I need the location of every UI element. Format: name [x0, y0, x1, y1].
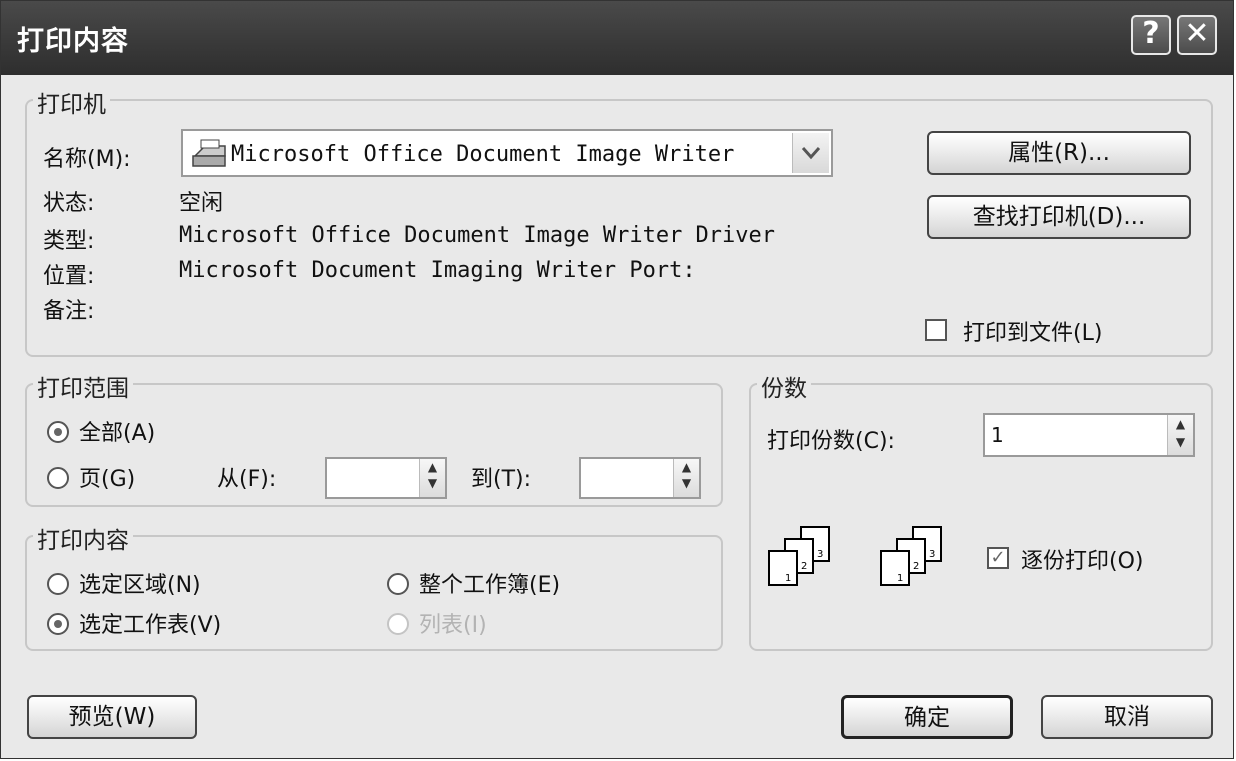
copies-count-label: 打印份数(C): [767, 429, 895, 454]
print-dialog: 打印内容 ? ✕ 打印机 名称(M): Microsoft Office Doc… [0, 0, 1234, 759]
collate-pages-icon-2: 3 2 1 [880, 526, 942, 586]
printer-name-select[interactable]: Microsoft Office Document Image Writer [181, 129, 833, 177]
cancel-button[interactable]: 取消 [1041, 695, 1213, 739]
ok-button[interactable]: 确定 [841, 695, 1013, 739]
print-range-group-label: 打印范围 [33, 369, 133, 403]
chevron-down-icon[interactable] [792, 133, 829, 173]
range-to-label: 到(T): [471, 467, 532, 492]
svg-text:2: 2 [913, 561, 919, 572]
status-value: 空闲 [179, 191, 224, 216]
title-bar: 打印内容 ? ✕ [1, 1, 1233, 75]
range-from-input[interactable]: ▲ ▼ [325, 457, 447, 499]
range-from-label: 从(F): [217, 467, 277, 492]
copies-count-input[interactable]: 1 ▲ ▼ [983, 413, 1195, 457]
svg-text:1: 1 [897, 573, 903, 584]
content-sheet-radio[interactable] [47, 613, 69, 635]
collate-label: 逐份打印(O) [1021, 549, 1144, 574]
location-label: 位置: [43, 264, 95, 289]
collate-pages-icon: 3 2 1 [768, 526, 830, 586]
help-button[interactable]: ? [1131, 15, 1171, 55]
svg-text:2: 2 [801, 561, 807, 572]
copies-count-spinner[interactable]: ▲ ▼ [1167, 415, 1193, 455]
location-value: Microsoft Document Imaging Writer Port: [179, 258, 696, 283]
range-all-label: 全部(A) [79, 421, 156, 446]
print-to-file-checkbox[interactable] [925, 319, 947, 341]
content-sheet-label: 选定工作表(V) [79, 613, 222, 638]
copies-group-label: 份数 [757, 369, 811, 403]
svg-text:3: 3 [929, 549, 935, 560]
printer-group-label: 打印机 [33, 85, 110, 119]
content-selection-label: 选定区域(N) [79, 573, 201, 598]
collate-checkbox[interactable]: ✓ [987, 547, 1009, 569]
range-pages-label: 页(G) [79, 467, 136, 492]
close-button[interactable]: ✕ [1177, 15, 1217, 55]
content-list-radio [387, 613, 409, 635]
svg-text:3: 3 [817, 549, 823, 560]
type-label: 类型: [43, 229, 95, 254]
comment-label: 备注: [43, 299, 95, 324]
print-content-group-label: 打印内容 [33, 521, 133, 555]
type-value: Microsoft Office Document Image Writer D… [179, 223, 776, 248]
content-workbook-radio[interactable] [387, 573, 409, 595]
status-label: 状态: [43, 191, 95, 216]
range-to-input[interactable]: ▲ ▼ [579, 457, 701, 499]
preview-button[interactable]: 预览(W) [27, 695, 197, 739]
content-selection-radio[interactable] [47, 573, 69, 595]
content-workbook-label: 整个工作簿(E) [419, 573, 561, 598]
range-from-spinner[interactable]: ▲ ▼ [419, 459, 445, 497]
svg-text:1: 1 [785, 573, 791, 584]
find-printer-button[interactable]: 查找打印机(D)... [927, 195, 1191, 239]
dialog-title: 打印内容 [17, 26, 129, 57]
range-pages-radio[interactable] [47, 467, 69, 489]
copies-count-value: 1 [991, 423, 1004, 447]
range-all-radio[interactable] [47, 421, 69, 443]
printer-icon [192, 139, 226, 167]
range-to-spinner[interactable]: ▲ ▼ [673, 459, 699, 497]
properties-button[interactable]: 属性(R)... [927, 131, 1191, 175]
print-to-file-label: 打印到文件(L) [963, 321, 1103, 346]
printer-name-label: 名称(M): [43, 147, 131, 172]
printer-name-value: Microsoft Office Document Image Writer [231, 142, 735, 167]
content-list-label: 列表(I) [419, 613, 487, 638]
